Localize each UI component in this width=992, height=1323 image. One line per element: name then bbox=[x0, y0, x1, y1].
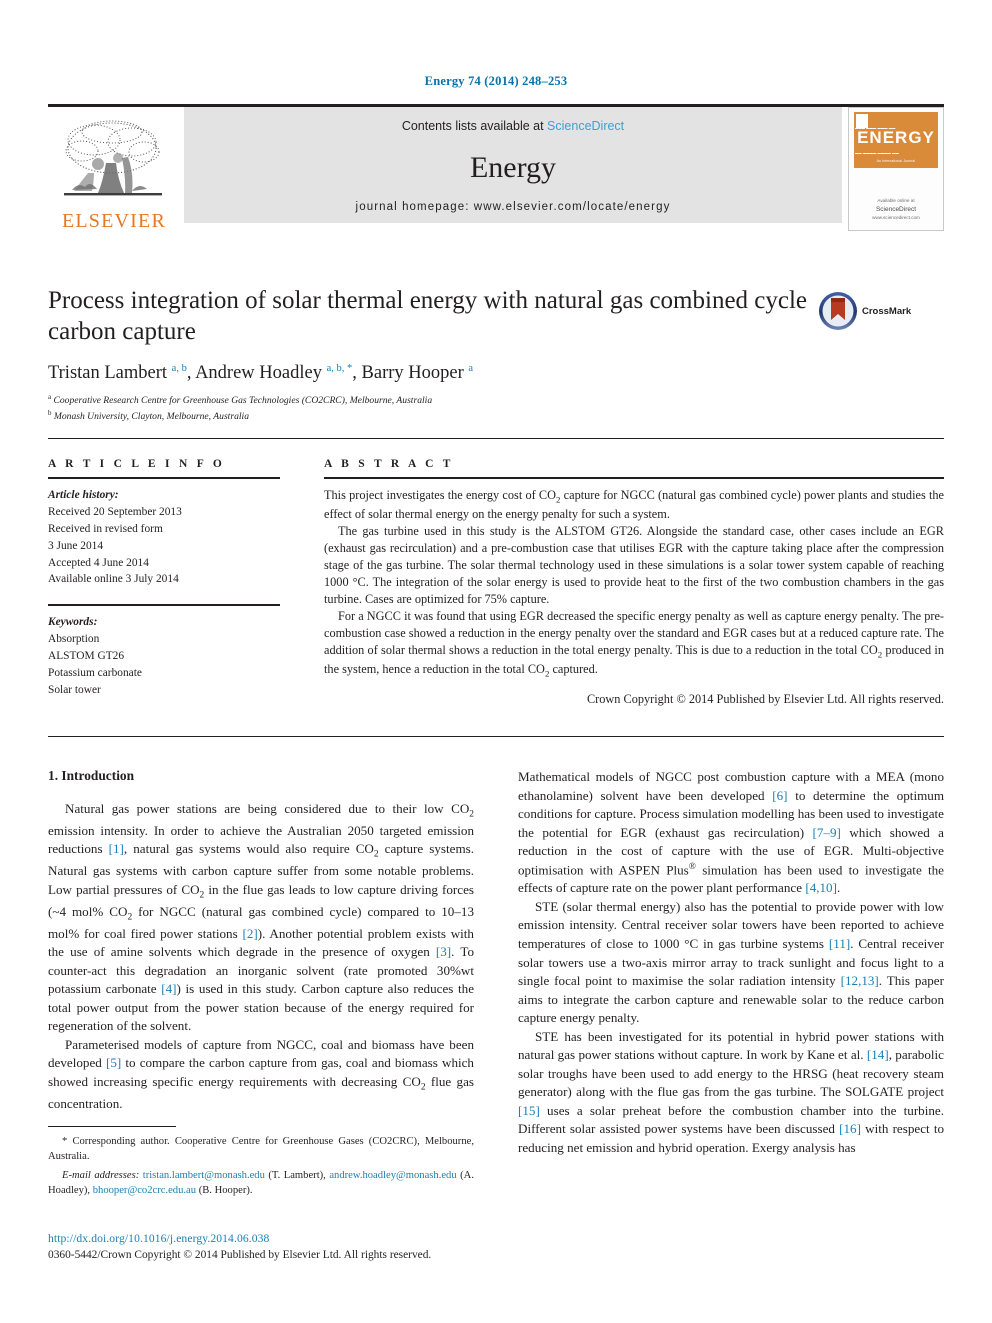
cover-title: ENERGY bbox=[857, 128, 935, 147]
history-item: Available online 3 July 2014 bbox=[48, 573, 179, 586]
email-link-2[interactable]: andrew.hoadley@monash.edu bbox=[329, 1170, 456, 1181]
journal-homepage-link[interactable]: journal homepage: www.elsevier.com/locat… bbox=[184, 201, 842, 213]
cover-footer-line2: ScienceDirect bbox=[875, 206, 917, 214]
citation-ref[interactable]: [11] bbox=[829, 936, 850, 951]
footnote-rule bbox=[48, 1126, 176, 1127]
journal-title: Energy bbox=[469, 151, 557, 184]
body-paragraph: STE has been investigated for its potent… bbox=[518, 1028, 945, 1155]
cover-footer: Available online at ScienceDirect www.sc… bbox=[849, 198, 943, 222]
footnote-block: * Corresponding author. Cooperative Cent… bbox=[48, 1126, 474, 1198]
email-owner-1: (T. Lambert) bbox=[268, 1169, 324, 1181]
history-item: Received 20 September 2013 bbox=[48, 505, 182, 518]
section-heading-introduction: 1. Introduction bbox=[48, 768, 135, 783]
email-addresses-note: E-mail addresses: tristan.lambert@monash… bbox=[48, 1168, 474, 1199]
divider-above-info bbox=[48, 438, 944, 439]
abstract-paragraph: For a NGCC it was found that using EGR d… bbox=[324, 609, 945, 679]
cover-footer-line3: www.sciencedirect.com bbox=[872, 215, 920, 221]
page-title: Process integration of solar thermal ene… bbox=[48, 287, 808, 345]
article-info-rule bbox=[48, 477, 280, 479]
body-columns: 1. Introduction Natural gas power statio… bbox=[48, 768, 944, 1157]
journal-masthead: ELSEVIER Contents lists available at Sci… bbox=[48, 104, 944, 231]
affiliations: a Cooperative Research Centre for Greenh… bbox=[48, 393, 944, 424]
keywords-rule bbox=[48, 604, 280, 607]
elsevier-wordmark: ELSEVIER bbox=[61, 210, 167, 232]
body-paragraph: Parameterised models of capture from NGC… bbox=[48, 1036, 474, 1111]
citation-ref[interactable]: [4] bbox=[161, 981, 176, 996]
history-item: Received in revised form bbox=[48, 522, 163, 535]
citation-ref[interactable]: [4,10] bbox=[805, 880, 837, 895]
email-sep-1: , bbox=[323, 1169, 326, 1181]
info-abstract-region: A R T I C L E I N F O Article history: R… bbox=[48, 458, 944, 707]
contents-prefix: Contents lists available at bbox=[401, 119, 548, 133]
affiliation-marker-b: b bbox=[48, 409, 52, 417]
author-list: Tristan Lambert a, b, Andrew Hoadley a, … bbox=[48, 363, 474, 384]
keyword-item: Potassium carbonate bbox=[48, 666, 142, 679]
citation-ref[interactable]: [2] bbox=[242, 926, 257, 941]
citation-ref[interactable]: [7–9] bbox=[813, 825, 841, 840]
citation-ref[interactable]: [5] bbox=[106, 1055, 121, 1070]
sciencedirect-link[interactable]: ScienceDirect bbox=[547, 119, 624, 133]
email-sep-2: , bbox=[87, 1185, 91, 1197]
divider-below-abstract bbox=[48, 736, 944, 737]
affiliation-text-b: Monash University, Clayton, Melbourne, A… bbox=[53, 410, 250, 422]
abstract-column: A B S T R A C T This project investigate… bbox=[324, 458, 944, 707]
keywords-block: Keywords: Absorption ALSTOM GT26 Potassi… bbox=[48, 614, 304, 698]
crossmark-icon bbox=[819, 292, 857, 330]
paper-page: Energy 74 (2014) 248–253 ELSEVIER Conten… bbox=[0, 0, 992, 1323]
email-owner-3: (B. Hooper) bbox=[198, 1185, 250, 1197]
abstract-paragraph: This project investigates the energy cos… bbox=[324, 488, 944, 521]
citation-ref[interactable]: [15] bbox=[518, 1103, 540, 1118]
elsevier-tree-icon bbox=[64, 120, 162, 196]
running-head: Energy 74 (2014) 248–253 bbox=[424, 74, 568, 88]
email-link-1[interactable]: tristan.lambert@monash.edu bbox=[143, 1170, 265, 1181]
keywords-label: Keywords: bbox=[48, 616, 98, 629]
elsevier-logo: ELSEVIER bbox=[48, 107, 180, 231]
article-info-column: A R T I C L E I N F O Article history: R… bbox=[48, 458, 304, 707]
cover-subtitle: An International Journal bbox=[876, 159, 916, 163]
abstract-rule bbox=[324, 477, 944, 479]
corresponding-author-note: * Corresponding author. Cooperative Cent… bbox=[48, 1136, 474, 1163]
body-paragraph: Mathematical models of NGCC post combust… bbox=[518, 769, 944, 896]
abstract-body: This project investigates the energy cos… bbox=[324, 487, 944, 680]
body-paragraph: STE (solar thermal energy) also has the … bbox=[518, 898, 945, 1026]
sciencedirect-banner: Contents lists available at ScienceDirec… bbox=[184, 107, 842, 223]
affiliation-text-a: Cooperative Research Centre for Greenhou… bbox=[53, 395, 433, 407]
article-history-label: Article history: bbox=[48, 489, 119, 501]
keyword-item: Absorption bbox=[48, 633, 100, 646]
abstract-heading: A B S T R A C T bbox=[324, 458, 454, 470]
abstract-copyright: Crown Copyright © 2014 Published by Else… bbox=[586, 691, 944, 706]
doi-block: http://dx.doi.org/10.1016/j.energy.2014.… bbox=[48, 1232, 518, 1263]
crossmark-badge[interactable]: CrossMark bbox=[818, 288, 926, 334]
cover-footer-line1: Available online at bbox=[877, 198, 915, 204]
email-label: E-mail addresses: bbox=[62, 1169, 140, 1181]
citation-ref[interactable]: [6] bbox=[772, 788, 787, 803]
citation-ref[interactable]: [16] bbox=[839, 1121, 861, 1136]
affiliation-marker-a: a bbox=[48, 394, 52, 402]
history-item: Accepted 4 June 2014 bbox=[48, 556, 149, 569]
crossmark-label: CrossMark bbox=[862, 305, 912, 317]
keyword-item: Solar tower bbox=[48, 683, 101, 696]
issn-copyright-line: 0360-5442/Crown Copyright © 2014 Publish… bbox=[48, 1249, 432, 1261]
citation-ref[interactable]: [14] bbox=[867, 1047, 889, 1062]
abstract-paragraph: The gas turbine used in this study is th… bbox=[324, 523, 944, 607]
email-link-3[interactable]: bhooper@co2crc.edu.au bbox=[93, 1185, 196, 1196]
citation-ref[interactable]: [12,13] bbox=[841, 973, 879, 988]
history-item: 3 June 2014 bbox=[48, 539, 104, 552]
article-history: Article history: Received 20 September 2… bbox=[48, 487, 304, 588]
article-info-heading: A R T I C L E I N F O bbox=[48, 458, 226, 470]
affiliation-a: a Cooperative Research Centre for Greenh… bbox=[48, 393, 944, 409]
cover-micro-text-b: ▬▬ ▬▬▬▬ ▬▬▬▬ ▬▬ bbox=[855, 151, 899, 155]
right-column: Mathematical models of NGCC post combust… bbox=[518, 768, 944, 1157]
title-block: Process integration of solar thermal ene… bbox=[48, 286, 944, 424]
journal-cover-thumbnail: ▬▬▬ ▬▬▬ ▬▬▬ ▬▬ ENERGY ▬▬ ▬▬▬▬ ▬▬▬▬ ▬▬ An… bbox=[848, 107, 944, 231]
email-period: . bbox=[249, 1185, 253, 1197]
keyword-item: ALSTOM GT26 bbox=[48, 650, 125, 662]
citation-ref[interactable]: [3] bbox=[436, 944, 451, 959]
left-column: 1. Introduction Natural gas power statio… bbox=[48, 768, 474, 1157]
doi-link[interactable]: http://dx.doi.org/10.1016/j.energy.2014.… bbox=[48, 1232, 518, 1245]
body-paragraph: Natural gas power stations are being con… bbox=[48, 801, 475, 1034]
affiliation-b: b Monash University, Clayton, Melbourne,… bbox=[48, 409, 944, 425]
contents-line: Contents lists available at ScienceDirec… bbox=[184, 119, 842, 133]
citation-ref[interactable]: [1] bbox=[109, 841, 124, 856]
